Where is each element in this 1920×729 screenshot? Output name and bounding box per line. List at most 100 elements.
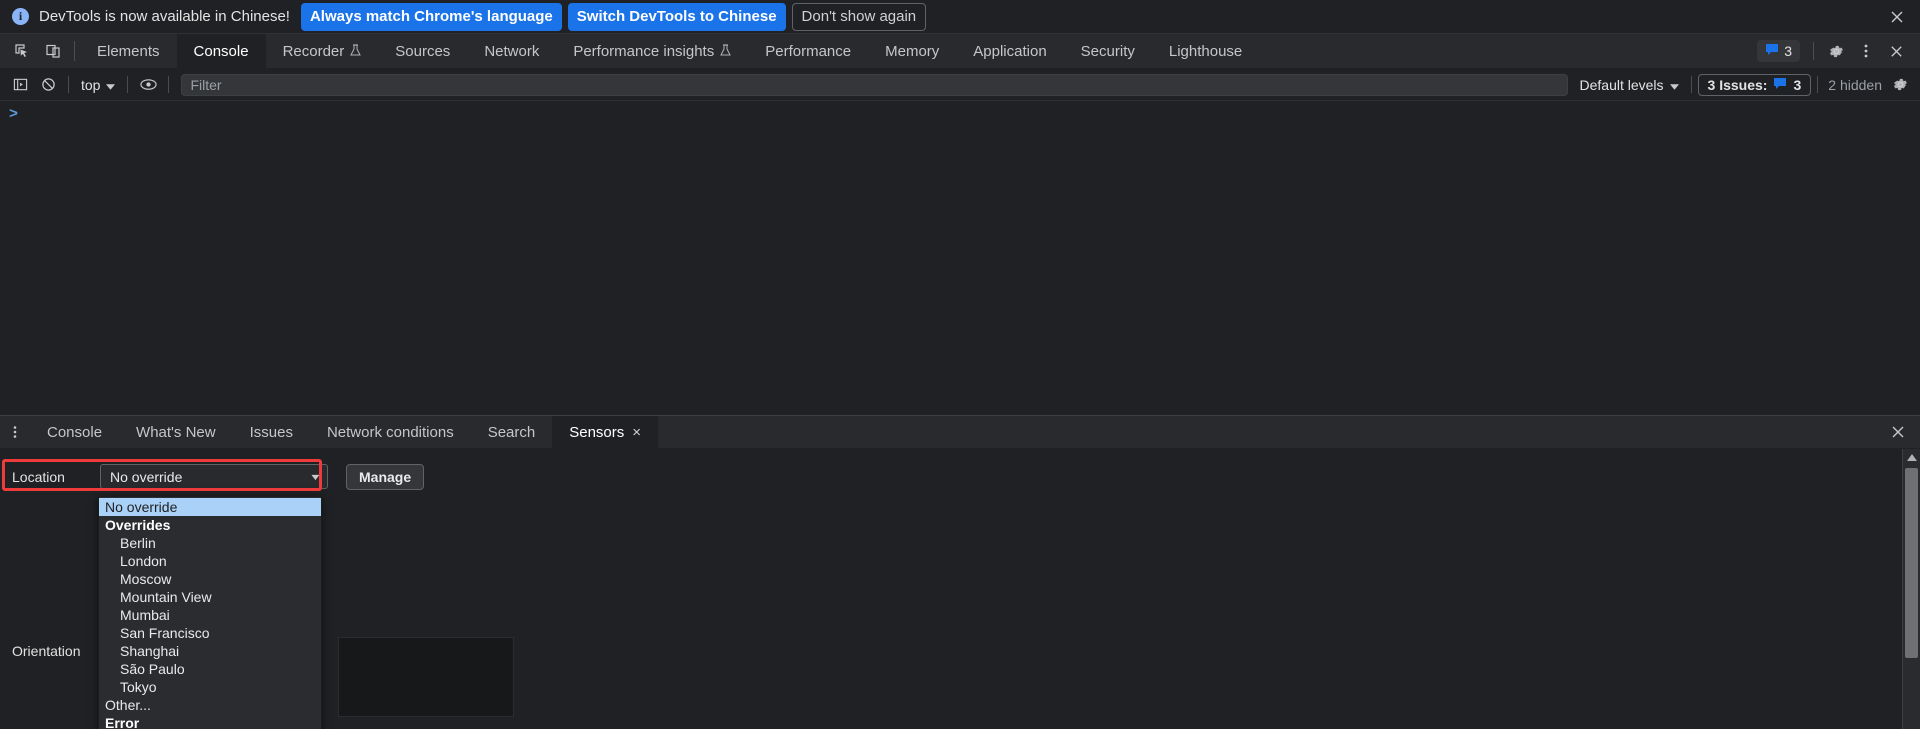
tabbar-left-icons bbox=[0, 34, 72, 68]
drawer-tab-label: Issues bbox=[249, 423, 293, 441]
always-match-language-button[interactable]: Always match Chrome's language bbox=[300, 2, 562, 31]
manage-locations-button[interactable]: Manage bbox=[346, 463, 425, 490]
dont-show-again-button[interactable]: Don't show again bbox=[791, 2, 927, 31]
drawer-tab-sensors[interactable]: Sensors × bbox=[552, 416, 659, 448]
drawer: Console What's New Issues Network condit… bbox=[0, 415, 1920, 729]
kebab-menu-icon[interactable] bbox=[1852, 38, 1880, 64]
live-expression-icon[interactable] bbox=[134, 73, 162, 97]
experiment-flask-icon bbox=[350, 43, 362, 60]
devtools-window: i DevTools is now available in Chinese! … bbox=[0, 0, 1920, 729]
log-levels-selector[interactable]: Default levels bbox=[1574, 74, 1685, 96]
toolbar-divider bbox=[68, 76, 69, 93]
dropdown-option-san-francisco[interactable]: San Francisco bbox=[99, 624, 321, 642]
tab-console[interactable]: Console bbox=[176, 34, 266, 68]
drawer-tab-network-conditions[interactable]: Network conditions bbox=[310, 416, 471, 448]
drawer-tab-whats-new[interactable]: What's New bbox=[119, 416, 233, 448]
drawer-close-icon[interactable] bbox=[1887, 421, 1909, 443]
tab-label: Security bbox=[1080, 42, 1135, 60]
drawer-tab-label: Network conditions bbox=[326, 423, 454, 441]
drawer-tab-issues[interactable]: Issues bbox=[233, 416, 310, 448]
issues-button[interactable]: 3 Issues: 3 bbox=[1697, 73, 1812, 96]
toolbar-divider bbox=[168, 76, 170, 93]
main-tabs: Elements Console Recorder Sources Networ… bbox=[80, 34, 1757, 68]
language-banner: i DevTools is now available in Chinese! … bbox=[0, 0, 1920, 34]
scrollbar-thumb[interactable] bbox=[1905, 468, 1918, 658]
execution-context-selector[interactable]: top bbox=[75, 74, 121, 96]
tab-network[interactable]: Network bbox=[467, 34, 556, 68]
console-prompt-row[interactable]: > bbox=[0, 101, 1920, 122]
banner-close-icon[interactable] bbox=[1887, 7, 1907, 27]
console-sidebar-icon[interactable] bbox=[6, 73, 34, 97]
tab-label: Sources bbox=[395, 42, 451, 60]
dropdown-option-sao-paulo[interactable]: São Paulo bbox=[99, 660, 321, 678]
dropdown-option-berlin[interactable]: Berlin bbox=[99, 534, 321, 552]
location-label: Location bbox=[12, 468, 65, 485]
banner-message: DevTools is now available in Chinese! bbox=[39, 8, 290, 25]
dropdown-option-tokyo[interactable]: Tokyo bbox=[99, 678, 321, 696]
switch-devtools-language-button[interactable]: Switch DevTools to Chinese bbox=[567, 2, 786, 31]
console-settings-gear-icon[interactable] bbox=[1886, 73, 1914, 97]
issues-count: 3 bbox=[1793, 76, 1802, 93]
dropdown-option-no-override[interactable]: No override bbox=[99, 498, 321, 516]
scroll-up-arrow-icon[interactable] bbox=[1903, 449, 1920, 466]
dropdown-option-shanghai[interactable]: Shanghai bbox=[99, 642, 321, 660]
chevron-down-icon: ▼ bbox=[308, 471, 323, 482]
log-levels-label: Default levels bbox=[1579, 76, 1664, 93]
drawer-tab-label: Search bbox=[487, 423, 536, 441]
dropdown-group-overrides: Overrides bbox=[105, 517, 171, 533]
tab-label: Performance bbox=[765, 42, 852, 60]
dropdown-option-mumbai[interactable]: Mumbai bbox=[99, 606, 321, 624]
experiment-flask-icon bbox=[720, 43, 732, 60]
tab-performance[interactable]: Performance bbox=[748, 34, 868, 68]
filter-input[interactable] bbox=[181, 73, 1568, 96]
tab-application[interactable]: Application bbox=[956, 34, 1063, 68]
tabbar-divider bbox=[74, 41, 75, 61]
tab-label: Elements bbox=[97, 42, 160, 60]
toolbar-divider bbox=[127, 76, 129, 93]
drawer-tab-label: Console bbox=[47, 423, 103, 441]
tab-performance-insights[interactable]: Performance insights bbox=[556, 34, 748, 68]
orientation-label: Orientation bbox=[12, 643, 81, 659]
chevron-down-icon bbox=[106, 77, 116, 93]
issues-label: 3 Issues: bbox=[1707, 76, 1768, 93]
dropdown-group-error: Error bbox=[105, 715, 140, 729]
sensors-vertical-scrollbar[interactable] bbox=[1902, 449, 1920, 729]
gear-icon[interactable] bbox=[1822, 38, 1850, 64]
drawer-tab-label: Sensors bbox=[569, 423, 625, 441]
tab-security[interactable]: Security bbox=[1064, 34, 1152, 68]
drawer-tab-search[interactable]: Search bbox=[471, 416, 553, 448]
tab-memory[interactable]: Memory bbox=[868, 34, 956, 68]
hidden-messages-count[interactable]: 2 hidden bbox=[1824, 77, 1886, 93]
clear-console-icon[interactable] bbox=[34, 73, 62, 97]
issues-speech-icon bbox=[1773, 77, 1787, 93]
location-row: Location No override ▼ Manage bbox=[0, 458, 1920, 495]
tab-elements[interactable]: Elements bbox=[80, 34, 177, 68]
drawer-tab-console[interactable]: Console bbox=[30, 416, 119, 448]
issues-badge[interactable]: 3 bbox=[1757, 40, 1800, 62]
tab-lighthouse[interactable]: Lighthouse bbox=[1152, 34, 1259, 68]
chevron-down-icon bbox=[1669, 77, 1679, 93]
dropdown-option-other[interactable]: Other... bbox=[99, 696, 321, 714]
location-dropdown-list: No override Overrides Berlin London Mosc… bbox=[98, 496, 322, 729]
tab-sources[interactable]: Sources bbox=[378, 34, 467, 68]
dropdown-option-london[interactable]: London bbox=[99, 552, 321, 570]
dropdown-option-moscow[interactable]: Moscow bbox=[99, 570, 321, 588]
drawer-kebab-menu-icon[interactable] bbox=[0, 416, 30, 448]
issues-speech-icon bbox=[1765, 43, 1779, 59]
dropdown-option-mountain-view[interactable]: Mountain View bbox=[99, 588, 321, 606]
console-output: > bbox=[0, 101, 1920, 415]
tab-label: Recorder bbox=[282, 42, 345, 60]
tab-label: Performance insights bbox=[573, 42, 715, 60]
device-toolbar-icon[interactable] bbox=[39, 38, 66, 64]
tab-label: Network bbox=[484, 42, 540, 60]
tab-recorder[interactable]: Recorder bbox=[266, 34, 379, 68]
drawer-tab-close-icon[interactable]: × bbox=[632, 425, 641, 440]
console-prompt-caret: > bbox=[9, 106, 19, 123]
close-devtools-icon[interactable] bbox=[1882, 38, 1910, 64]
tab-label: Application bbox=[973, 42, 1047, 60]
inspect-element-icon[interactable] bbox=[8, 38, 35, 64]
execution-context-label: top bbox=[81, 76, 101, 93]
main-tab-bar: Elements Console Recorder Sources Networ… bbox=[0, 34, 1920, 69]
location-select[interactable]: No override ▼ bbox=[100, 464, 328, 489]
toolbar-divider bbox=[1813, 42, 1814, 60]
